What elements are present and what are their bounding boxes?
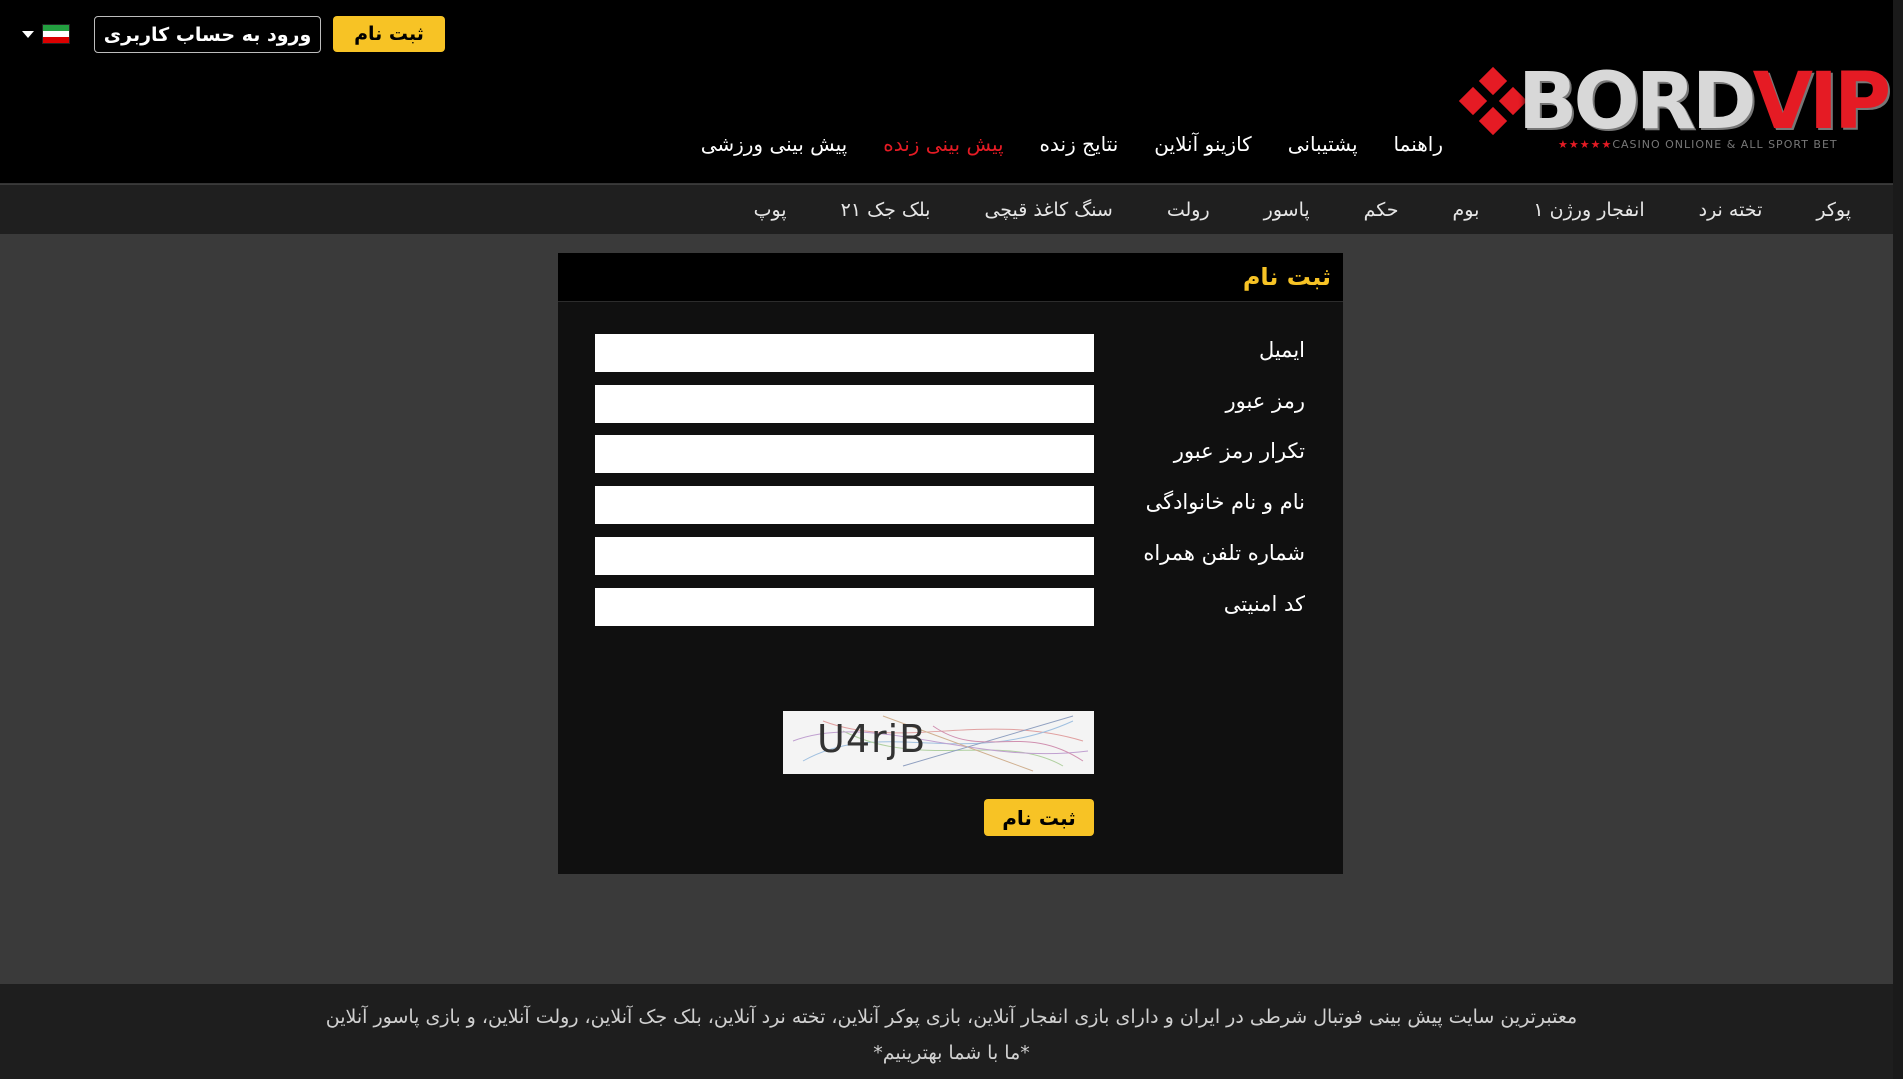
register-button[interactable]: ثبت نام [333, 16, 445, 52]
game-nav-item[interactable]: انفجار ورژن ۱ [1533, 199, 1644, 221]
form-field-label: رمز عبور [1225, 389, 1305, 413]
footer-description: معتبرترین سایت پیش بینی فوتبال شرطی در ا… [325, 1006, 1578, 1028]
form-row: نام و نام خانوادگی [595, 486, 1305, 524]
game-nav-item[interactable]: پاسور [1264, 199, 1310, 221]
nav-item[interactable]: راهنما [1394, 132, 1443, 164]
games-nav: پوکر تخته نرد انفجار ورژن ۱ بوم حکم پاسور رولت… [0, 185, 1903, 234]
login-button[interactable]: ورود به حساب کاربری [94, 16, 321, 53]
game-nav-item[interactable]: تخته نرد [1699, 199, 1763, 221]
logo-brand: BORD [1518, 57, 1757, 147]
game-nav-item[interactable]: پوپ [754, 199, 787, 221]
form-field-label: شماره تلفن همراه [1143, 541, 1305, 565]
nav-item[interactable]: پیش بینی زنده [883, 132, 1003, 164]
site-header: ثبت نام ورود به حساب کاربری BORDVIP ★★★★… [0, 0, 1903, 184]
nav-item[interactable]: پشتیبانی [1288, 132, 1358, 164]
form-field-input[interactable] [595, 588, 1094, 626]
form-field-input[interactable] [595, 385, 1094, 423]
game-nav-item[interactable]: پوکر [1816, 199, 1851, 221]
register-panel: ثبت نام ایمیل رمز عبور تکرار رمز عبور نام و… [558, 253, 1343, 874]
captcha-text: U4rjB [817, 717, 927, 761]
game-nav-item[interactable]: رولت [1167, 199, 1210, 221]
form-field-input[interactable] [595, 486, 1094, 524]
page-scrollbar[interactable] [1893, 0, 1903, 1079]
form-field-label: کد امنیتی [1223, 592, 1305, 616]
main-nav: پیش بینی ورزشی پیش بینی زنده نتایج زنده کاز… [701, 132, 1443, 164]
iran-flag-icon [42, 24, 70, 44]
game-nav-item[interactable]: بلک جک ۲۱ [841, 199, 931, 221]
form-row: ایمیل [595, 334, 1305, 372]
logo-tagline-text: CASINO ONLIONE & ALL SPORT BET [1612, 138, 1838, 151]
language-selector[interactable] [22, 22, 74, 46]
form-field-label: ایمیل [1258, 338, 1305, 362]
nav-item[interactable]: پیش بینی ورزشی [701, 132, 848, 164]
caret-down-icon [22, 30, 34, 38]
form-row: کد امنیتی [595, 588, 1305, 626]
form-row: تکرار رمز عبور [595, 435, 1305, 473]
panel-title: ثبت نام [1242, 263, 1331, 291]
footer-slogan: *ما با شما بهترینیم* [873, 1042, 1030, 1064]
form-field-input[interactable] [595, 435, 1094, 473]
site-footer: معتبرترین سایت پیش بینی فوتبال شرطی در ا… [0, 984, 1903, 1079]
submit-register-button[interactable]: ثبت نام [984, 799, 1094, 836]
game-nav-item[interactable]: حکم [1364, 199, 1399, 221]
form-field-label: تکرار رمز عبور [1173, 439, 1305, 463]
form-field-input[interactable] [595, 334, 1094, 372]
nav-item[interactable]: کازینو آنلاین [1154, 132, 1251, 164]
form-row: شماره تلفن همراه [595, 537, 1305, 575]
captcha-image: U4rjB [783, 711, 1094, 774]
game-nav-item[interactable]: بوم [1453, 199, 1480, 221]
form-field-label: نام و نام خانوادگی [1145, 490, 1305, 514]
site-logo[interactable]: BORDVIP ★★★★★CASINO ONLIONE & ALL SPORT … [1458, 60, 1891, 154]
form-row: رمز عبور [595, 385, 1305, 423]
logo-tagline: ★★★★★CASINO ONLIONE & ALL SPORT BET [1558, 138, 1838, 151]
panel-header: ثبت نام [558, 253, 1343, 302]
nav-item[interactable]: نتایج زنده [1040, 132, 1119, 164]
stars-icon: ★★★★★ [1558, 138, 1613, 151]
logo-wordmark: BORDVIP [1518, 57, 1892, 147]
form-field-input[interactable] [595, 537, 1094, 575]
logo-brand-accent: VIP [1752, 57, 1892, 147]
game-nav-item[interactable]: سنگ کاغذ قیچی [984, 199, 1112, 221]
